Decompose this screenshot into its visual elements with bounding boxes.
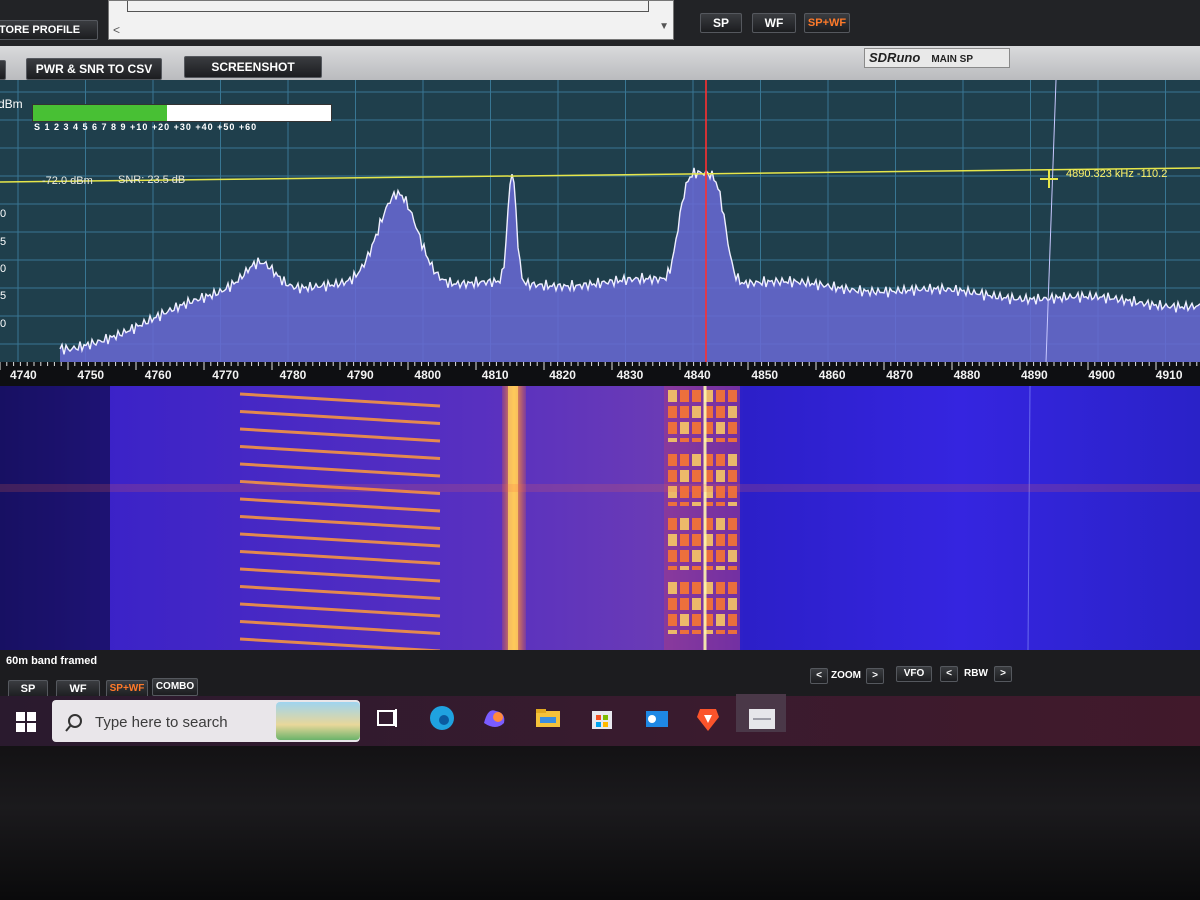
frequency-label: 4760 (144, 368, 172, 382)
y-axis-label: 0 (0, 208, 7, 220)
frequency-label: 4770 (212, 368, 239, 382)
windows-start-icon[interactable] (16, 712, 36, 732)
copilot-icon[interactable] (478, 703, 510, 733)
waterfall-plot (0, 386, 1200, 650)
search-highlight-image[interactable] (276, 702, 360, 740)
status-text: 60m band framed (6, 655, 98, 667)
frequency-label: 4880 (953, 368, 981, 382)
frequency-label: 4850 (751, 368, 779, 382)
y-axis-label: 5 (0, 236, 7, 248)
dbm-axis-label: dBm (0, 97, 23, 111)
frequency-label: 4860 (818, 368, 846, 382)
frequency-label: 4810 (481, 368, 509, 382)
search-icon (65, 714, 82, 732)
y-axis-label: 0 (0, 263, 7, 275)
frequency-label: 4870 (886, 368, 913, 382)
edge-icon[interactable] (426, 703, 458, 733)
monitor-bezel (0, 746, 1200, 900)
screenshot-button[interactable]: SCREENSHOT (184, 56, 322, 78)
frequency-label: 4780 (279, 368, 307, 382)
frequency-label: 4890 (1021, 368, 1048, 382)
rbw-label: RBW (964, 668, 988, 679)
frequency-label: 4900 (1088, 368, 1116, 382)
frequency-label: 4840 (684, 368, 711, 382)
pwr-snr-csv-button[interactable]: PWR & SNR TO CSV (26, 58, 162, 80)
zoom-label: ZOOM (831, 670, 861, 681)
frequency-label: 4790 (347, 368, 374, 382)
frequency-ticks (0, 362, 1198, 370)
frequency-label: 4740 (10, 368, 37, 382)
top-sp-button[interactable]: SP (700, 13, 742, 33)
level-readout: -72.0 dBm (42, 175, 93, 187)
settings-listbox[interactable]: < ▼ (108, 0, 674, 40)
sdruno-app-icon[interactable] (745, 703, 777, 733)
scroll-down-arrow-icon[interactable]: ▼ (659, 21, 669, 32)
sdruno-logo: SDRuno (869, 50, 921, 65)
main-sp-toolbar (0, 46, 1200, 82)
window-title-tab: SDRuno MAIN SP (864, 48, 1010, 68)
brave-icon[interactable] (692, 703, 724, 733)
task-view-icon[interactable] (372, 703, 404, 733)
zoom-in-button[interactable]: > (866, 668, 884, 684)
scroll-left-arrow-icon[interactable]: < (113, 23, 120, 37)
window-name: MAIN SP (931, 54, 974, 65)
microsoft-store-icon[interactable] (586, 703, 618, 733)
s-meter-fill (33, 105, 168, 121)
listbox-content (127, 1, 649, 12)
frequency-label: 4820 (549, 368, 576, 382)
frequency-label: 4800 (414, 368, 442, 382)
top-wf-button[interactable]: WF (752, 13, 796, 33)
rbw-increase-button[interactable]: > (994, 666, 1012, 682)
frequency-axis[interactable] (0, 362, 1200, 386)
store-profile-button[interactable]: TORE PROFILE (0, 20, 98, 40)
rbw-decrease-button[interactable]: < (940, 666, 958, 682)
frequency-label: 4910 (1155, 368, 1183, 382)
s-meter (32, 104, 332, 122)
combo-button[interactable]: COMBO (152, 678, 198, 696)
outlook-icon[interactable] (640, 703, 672, 733)
s-meter-scale: S 1 2 3 4 5 6 7 8 9 +10 +20 +30 +40 +50 … (34, 122, 258, 132)
waterfall-display[interactable] (0, 386, 1200, 650)
zoom-out-button[interactable]: < (810, 668, 828, 684)
snr-readout: SNR: 23.5 dB (118, 174, 186, 186)
cursor-frequency-readout: 4890.323 kHz -110.2 (1066, 168, 1168, 180)
frequency-label: 4830 (616, 368, 644, 382)
search-placeholder: Type here to search (95, 714, 228, 731)
file-explorer-icon[interactable] (532, 703, 564, 733)
top-spwf-button[interactable]: SP+WF (804, 13, 850, 33)
y-axis-label: 5 (0, 290, 7, 302)
frequency-label: 4750 (77, 368, 105, 382)
partial-left-button[interactable] (0, 60, 6, 80)
vfo-button[interactable]: VFO (896, 666, 932, 682)
y-axis-label: 0 (0, 318, 7, 330)
